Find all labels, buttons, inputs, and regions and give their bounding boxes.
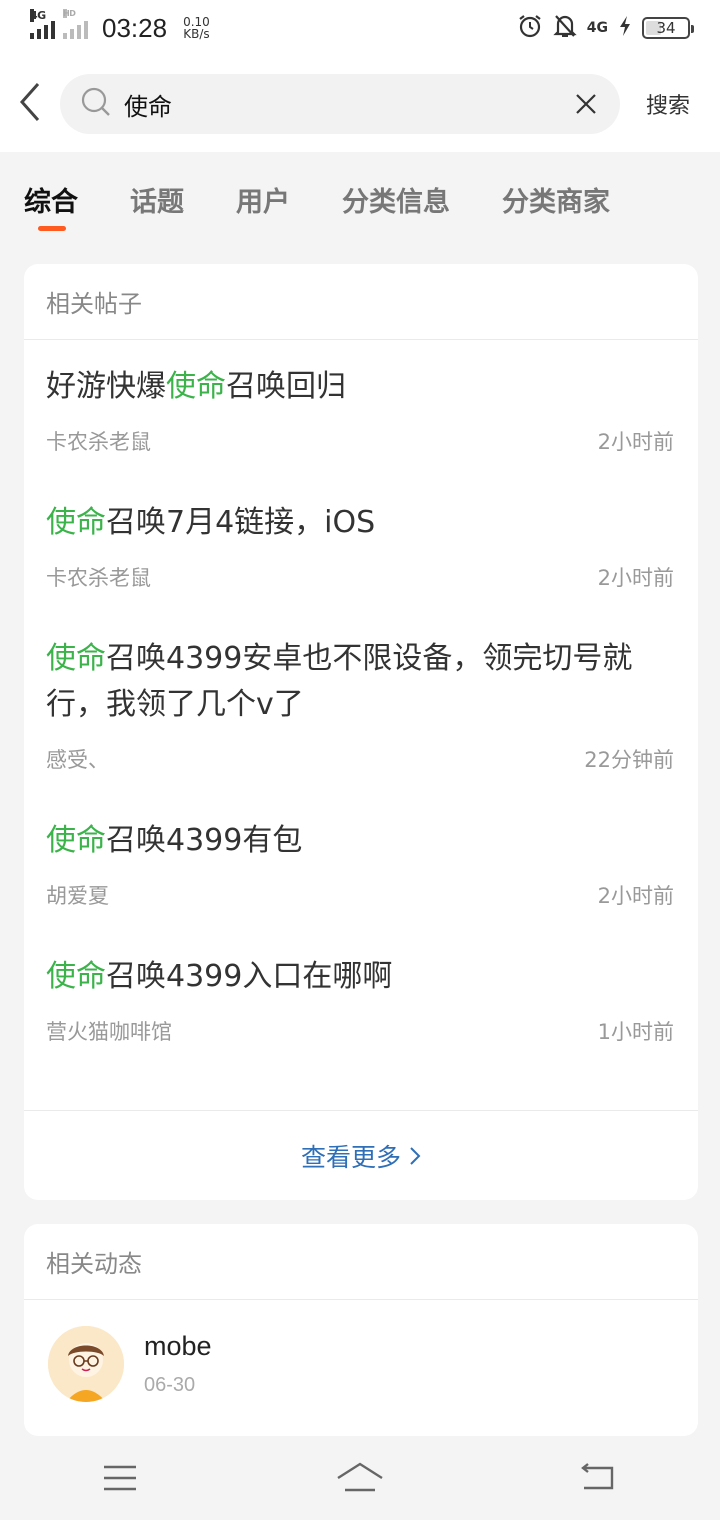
post-title-highlight: 使命 [46,959,106,994]
post-item[interactable]: 使命召唤7月4链接，iOS 卡农杀老鼠 2小时前 [24,476,698,612]
post-item[interactable]: 使命召唤4399安卓也不限设备，领完切号就行，我领了几个v了 感受、 22分钟前 [24,612,698,794]
tab-comprehensive[interactable]: 综合 [24,152,78,231]
post-time: 2小时前 [597,430,674,454]
related-activity-card: 相关动态 mobe 06-30 [24,1224,698,1436]
search-query[interactable]: 使命 [124,87,570,122]
signal-icon: 4G [30,9,55,39]
search-header: 使命 搜索 [0,56,720,152]
section-title: 相关动态 [24,1224,698,1300]
search-icon [80,86,112,122]
post-time: 2小时前 [597,566,674,590]
post-title-highlight: 使命 [46,641,106,676]
post-author: 卡农杀老鼠 [46,430,151,454]
post-title-rest: 召唤4399安卓也不限设备，领完切号就行，我领了几个v了 [46,641,633,722]
post-meta: 营火猫咖啡馆 1小时前 [46,1016,674,1066]
tab-label: 分类信息 [342,187,450,218]
tab-label: 分类商家 [502,187,610,218]
post-title-highlight: 使命 [166,369,226,404]
post-item[interactable]: 使命召唤4399入口在哪啊 营火猫咖啡馆 1小时前 [24,930,698,1066]
tab-topics[interactable]: 话题 [130,152,184,219]
tab-classified-merchants[interactable]: 分类商家 [502,152,610,219]
search-input[interactable]: 使命 [60,74,620,134]
post-title-rest: 召唤7月4链接，iOS [106,505,376,540]
related-posts-card: 相关帖子 好游快爆使命召唤回归 卡农杀老鼠 2小时前 使命召唤7月4链接，iOS … [24,264,698,1200]
post-meta: 卡农杀老鼠 2小时前 [46,426,674,476]
post-author: 感受、 [46,748,109,772]
avatar[interactable] [48,1326,124,1402]
tab-classified-info[interactable]: 分类信息 [342,152,450,219]
post-date: 06-30 [144,1374,196,1396]
post-meta: 感受、 22分钟前 [46,744,674,794]
post-title-prefix: 好游快爆 [46,369,166,404]
post-title: 好游快爆使命召唤回归 [46,340,674,410]
clear-search-button[interactable] [570,88,602,120]
post-title-highlight: 使命 [46,505,106,540]
post-time: 2小时前 [597,884,674,908]
post-meta: 胡爱夏 2小时前 [46,880,674,930]
close-icon [576,94,596,114]
post-title-rest: 召唤回归 [226,369,346,404]
network-speed-unit: KB/s [183,27,210,41]
section-title: 相关帖子 [24,264,698,340]
user-name[interactable]: mobe [144,1331,212,1362]
chevron-right-icon [409,1145,421,1167]
activity-item[interactable]: mobe 06-30 [24,1300,698,1428]
back-button[interactable] [0,56,60,152]
post-author: 卡农杀老鼠 [46,566,151,590]
bell-off-icon [553,13,577,43]
return-icon [581,1463,614,1490]
network-type-label: 4G [30,9,46,22]
menu-button[interactable] [80,1448,160,1508]
post-time: 1小时前 [597,1020,674,1044]
post-meta: 卡农杀老鼠 2小时前 [46,562,674,612]
post-author: 胡爱夏 [46,884,109,908]
post-title-highlight: 使命 [46,823,106,858]
tab-label: 用户 [236,187,290,218]
status-left: 4G HD 03:28 0.10 KB/s [30,9,210,44]
post-title-rest: 召唤4399入口在哪啊 [106,959,393,994]
view-more-link[interactable]: 查看更多 [24,1110,698,1200]
home-icon [337,1462,383,1492]
tab-label: 综合 [24,187,78,218]
tab-label: 话题 [130,187,184,218]
clock: 03:28 [102,12,168,43]
home-button[interactable] [320,1448,400,1508]
post-item[interactable]: 使命召唤4399有包 胡爱夏 2小时前 [24,794,698,930]
return-button[interactable] [560,1448,640,1508]
tab-users[interactable]: 用户 [236,152,290,219]
tab-active-indicator [38,226,66,231]
post-time: 22分钟前 [584,748,674,772]
battery-percent: 34 [656,19,676,37]
post-title-rest: 召唤4399有包 [106,823,303,858]
network-speed: 0.10 KB/s [183,16,210,40]
alarm-icon [517,13,543,43]
menu-icon [104,1465,136,1491]
status-bar: 4G HD 03:28 0.10 KB/s 4G 34 [0,0,720,56]
system-nav-bar [0,1436,720,1520]
post-title: 使命召唤7月4链接，iOS [46,476,674,546]
post-title: 使命召唤4399安卓也不限设备，领完切号就行，我领了几个v了 [46,612,674,728]
search-button[interactable]: 搜索 [646,88,690,120]
signal-icon-secondary: HD [63,9,88,39]
user-info: mobe 06-30 [144,1331,212,1397]
view-more-label: 查看更多 [300,1142,401,1172]
network-type-right: 4G [586,20,608,36]
network-hd-label: HD [63,9,76,18]
battery-indicator: 34 [642,17,694,39]
status-right: 4G 34 [517,13,694,43]
chevron-left-icon [18,82,42,126]
post-title: 使命召唤4399入口在哪啊 [46,930,674,1000]
post-author: 营火猫咖啡馆 [46,1020,172,1044]
result-tabs: 综合 话题 用户 分类信息 分类商家 [0,152,720,244]
post-item[interactable]: 好游快爆使命召唤回归 卡农杀老鼠 2小时前 [24,340,698,476]
bolt-icon [618,15,632,41]
post-title: 使命召唤4399有包 [46,794,674,864]
